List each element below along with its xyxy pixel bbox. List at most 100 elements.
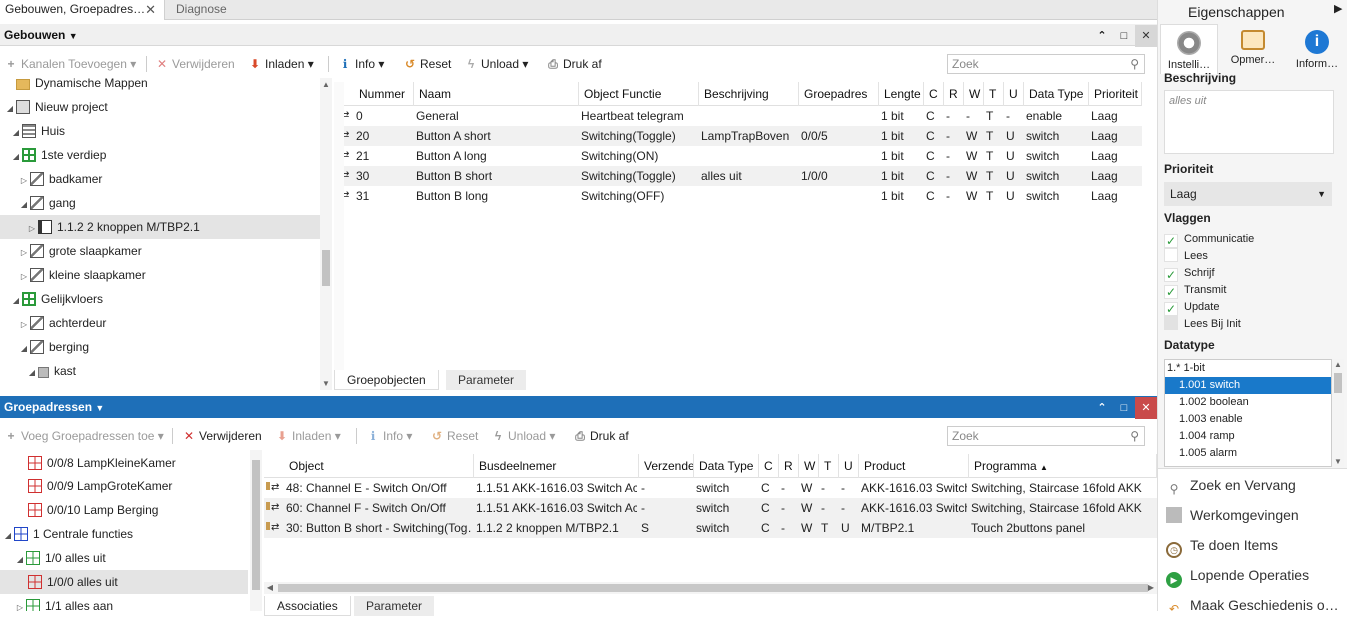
tree-item[interactable]: ▷ badkamer bbox=[0, 167, 102, 191]
column-header[interactable]: Product bbox=[859, 454, 969, 478]
close-icon[interactable]: ✕ bbox=[145, 0, 156, 19]
checkbox-icon[interactable] bbox=[1164, 316, 1178, 330]
tree-item[interactable]: 0/0/9 LampGroteKamer bbox=[0, 474, 172, 498]
description-field[interactable]: alles uit bbox=[1164, 90, 1334, 154]
column-header[interactable]: Data Type bbox=[1024, 82, 1089, 106]
search-input[interactable]: Zoek ⚲ bbox=[947, 426, 1145, 446]
flag-checkbox[interactable]: ✓ Schrijf bbox=[1164, 265, 1215, 282]
table-row[interactable]: ⇄ 60: Channel F - Switch On/Off 1.1.51 AKK… bbox=[264, 498, 1157, 518]
table-row[interactable]: ⇄ 30 Button B short Switching(Toggle) alles … bbox=[334, 166, 1142, 186]
column-header[interactable]: Beschrijving bbox=[699, 82, 799, 106]
print-button[interactable]: ⎙ Druk af bbox=[546, 56, 602, 72]
tree-scrollbar[interactable]: ▲ ▼ bbox=[320, 78, 332, 390]
chevron-down-icon[interactable]: ▼ bbox=[69, 31, 78, 41]
checkbox-icon[interactable]: ✓ bbox=[1164, 285, 1178, 299]
column-header[interactable]: R bbox=[779, 454, 799, 478]
column-header[interactable]: Groepadres bbox=[799, 82, 879, 106]
column-header[interactable]: W bbox=[964, 82, 984, 106]
column-header[interactable]: Verzender bbox=[639, 454, 694, 478]
checkbox-icon[interactable]: ✓ bbox=[1164, 234, 1178, 248]
list-item-selected[interactable]: 1.001 switch bbox=[1165, 377, 1331, 394]
tab-information[interactable]: i Inform… bbox=[1288, 24, 1346, 74]
flag-checkbox[interactable]: Lees bbox=[1164, 248, 1208, 265]
tree-item[interactable]: ◢ 1/0 alles uit bbox=[0, 546, 106, 570]
column-header[interactable]: C bbox=[759, 454, 779, 478]
list-item[interactable]: 1.003 enable bbox=[1165, 411, 1331, 428]
print-button[interactable]: ⎙ Druk af bbox=[573, 428, 629, 444]
doc-tab-diagnose[interactable]: Diagnose bbox=[168, 0, 227, 20]
tree-item-selected[interactable]: 1/0/0 alles uit bbox=[0, 570, 248, 594]
column-header[interactable]: Data Type bbox=[694, 454, 759, 478]
column-header[interactable]: R bbox=[944, 82, 964, 106]
table-row[interactable]: ⇄ 30: Button B short - Switching(Tog… 1.1.… bbox=[264, 518, 1157, 538]
tree-item[interactable]: ◢ Huis bbox=[0, 119, 65, 143]
tree-item[interactable]: ▷ 1/1 alles aan bbox=[0, 594, 113, 611]
tree-item[interactable]: ◢ berging bbox=[0, 335, 89, 359]
column-header[interactable]: Lengte bbox=[879, 82, 924, 106]
tab-parameter[interactable]: Parameter bbox=[354, 596, 435, 616]
make-history-button[interactable]: ↶ Maak Geschiedenis o… bbox=[1166, 593, 1339, 617]
table-row[interactable]: ⇄ 0 General Heartbeat telegram 1 bit C - - T - ena… bbox=[334, 106, 1142, 126]
load-button[interactable]: ⬇ Inladen ▾ bbox=[275, 428, 341, 444]
table-row[interactable]: ⇄ 20 Button A short Switching(Toggle) LampTr… bbox=[334, 126, 1142, 146]
delete-button[interactable]: ✕ Verwijderen bbox=[182, 428, 262, 444]
doc-tab-buildings[interactable]: Gebouwen, Groepadres… ✕ bbox=[0, 0, 165, 20]
list-item[interactable]: 1.005 alarm bbox=[1165, 445, 1331, 462]
find-replace-button[interactable]: ⚲ Zoek en Vervang bbox=[1166, 473, 1296, 497]
todo-items-button[interactable]: ◷ Te doen Items bbox=[1166, 533, 1278, 558]
tab-comments[interactable]: Opmer… bbox=[1224, 24, 1282, 74]
flag-checkbox[interactable]: ✓ Communicatie bbox=[1164, 231, 1254, 248]
tree-item[interactable]: ◢ 1 Centrale functies bbox=[0, 522, 133, 546]
unload-button[interactable]: ϟ Unload ▾ bbox=[491, 428, 556, 444]
panel-title[interactable]: Groepadressen bbox=[4, 400, 92, 414]
priority-select[interactable]: Laag ▼ bbox=[1164, 182, 1332, 206]
add-group-addresses-button[interactable]: + Voeg Groepadressen toe ▾ bbox=[4, 428, 163, 444]
collapse-icon[interactable]: ▶ bbox=[1334, 2, 1342, 15]
horizontal-scrollbar[interactable]: ◀ ▶ bbox=[264, 582, 1157, 594]
tree-item[interactable]: 0/0/10 Lamp Berging bbox=[0, 498, 158, 522]
column-header[interactable]: Busdeelnemer bbox=[474, 454, 639, 478]
tree-item[interactable]: ▷ achterdeur bbox=[0, 311, 106, 335]
datatype-list[interactable]: 1.* 1-bit 1.001 switch 1.002 boolean 1.0… bbox=[1164, 359, 1332, 467]
table-row[interactable]: ⇄ 21 Button A long Switching(ON) 1 bit C - W T Us… bbox=[334, 146, 1142, 166]
tree-item[interactable]: ▷ grote slaapkamer bbox=[0, 239, 142, 263]
unload-button[interactable]: ϟ Unload ▾ bbox=[464, 56, 529, 72]
tab-group-objects[interactable]: Groepobjecten bbox=[334, 370, 439, 390]
tree-item[interactable]: Dynamische Mappen bbox=[0, 78, 148, 95]
info-button[interactable]: ℹ Info ▾ bbox=[366, 428, 413, 444]
column-header[interactable]: T bbox=[984, 82, 1004, 106]
tree-scrollbar[interactable] bbox=[250, 450, 262, 611]
flag-checkbox[interactable]: ✓ Transmit bbox=[1164, 282, 1226, 299]
tree-item[interactable]: ◢ Gelijkvloers bbox=[0, 287, 103, 311]
chevron-down-icon[interactable]: ▼ bbox=[95, 403, 104, 413]
column-header[interactable]: Naam bbox=[414, 82, 579, 106]
tab-parameter[interactable]: Parameter bbox=[446, 370, 527, 390]
close-icon[interactable]: ✕ bbox=[1135, 25, 1157, 47]
add-channels-button[interactable]: + Kanalen Toevoegen ▾ bbox=[4, 56, 136, 72]
column-header[interactable]: U bbox=[839, 454, 859, 478]
reset-button[interactable]: ↺ Reset bbox=[403, 56, 451, 72]
maximize-icon[interactable]: □ bbox=[1113, 397, 1135, 419]
flag-checkbox[interactable]: ✓ Update bbox=[1164, 299, 1219, 316]
tree-item[interactable]: ◢ kast bbox=[0, 359, 76, 383]
table-row[interactable]: ⇄ 48: Channel E - Switch On/Off 1.1.51 AKK… bbox=[264, 478, 1157, 498]
minimize-icon[interactable]: ⌃ bbox=[1091, 397, 1113, 419]
tree-item-selected[interactable]: ▷ 1.1.2 2 knoppen M/TBP2.1 bbox=[0, 215, 320, 239]
maximize-icon[interactable]: □ bbox=[1113, 25, 1135, 47]
column-header[interactable]: Object bbox=[284, 454, 474, 478]
column-header[interactable]: Prioriteit bbox=[1089, 82, 1142, 106]
column-header[interactable]: C bbox=[924, 82, 944, 106]
list-item[interactable]: 1.002 boolean bbox=[1165, 394, 1331, 411]
workspaces-button[interactable]: Werkomgevingen bbox=[1166, 503, 1299, 527]
tree-item[interactable]: 0/0/8 LampKleineKamer bbox=[0, 451, 176, 475]
info-button[interactable]: ℹ Info ▾ bbox=[338, 56, 385, 72]
checkbox-icon[interactable]: ✓ bbox=[1164, 302, 1178, 316]
reset-button[interactable]: ↺ Reset bbox=[430, 428, 478, 444]
pending-operations-button[interactable]: ▶ Lopende Operaties bbox=[1166, 563, 1309, 588]
tab-associations[interactable]: Associaties bbox=[264, 596, 351, 616]
tree-item[interactable]: ◢ gang bbox=[0, 191, 76, 215]
checkbox-icon[interactable]: ✓ bbox=[1164, 268, 1178, 282]
column-header[interactable]: W bbox=[799, 454, 819, 478]
tree-item[interactable]: ◢ 1ste verdiep bbox=[0, 143, 106, 167]
tab-settings[interactable]: Instelli… bbox=[1160, 24, 1218, 74]
